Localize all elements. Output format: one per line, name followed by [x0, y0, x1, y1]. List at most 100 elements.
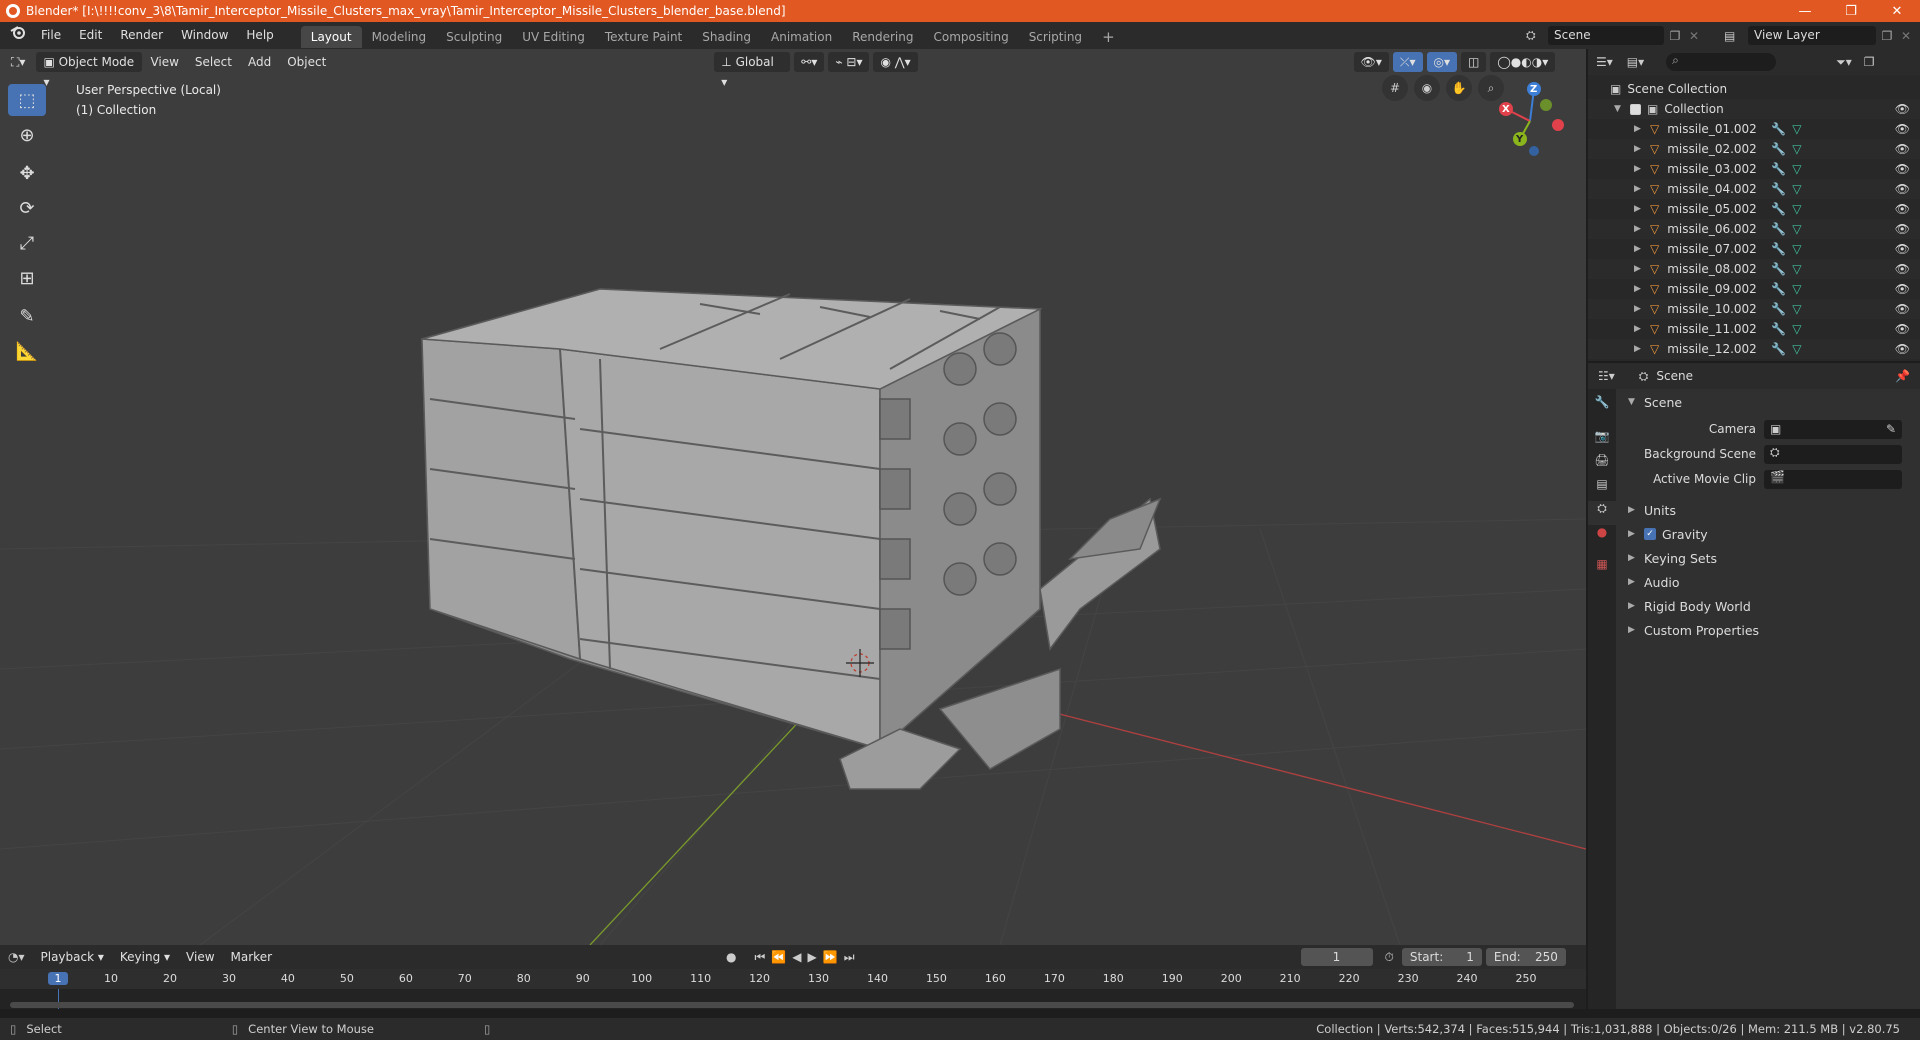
modifier-icon[interactable]: 🔧	[1771, 242, 1786, 256]
tab-view-layer-icon[interactable]: ▤	[1588, 477, 1616, 501]
collection-visibility-icon[interactable]: 👁	[1895, 102, 1910, 116]
eyedropper-icon[interactable]: ✎	[1886, 422, 1896, 436]
expand-object-icon[interactable]: ▶	[1634, 184, 1642, 194]
tab-shading[interactable]: Shading	[692, 26, 761, 48]
outliner-object-row[interactable]: ▶ ▽ missile_03.002 🔧 ▽ 👁	[1588, 159, 1920, 179]
transform-orientation-dropdown[interactable]: ⊥ Global ▾	[714, 52, 791, 89]
shading-modes-icon[interactable]: ◯●◐◑▾	[1490, 52, 1556, 72]
outliner-object-row[interactable]: ▶ ▽ missile_05.002 🔧 ▽ 👁	[1588, 199, 1920, 219]
end-frame-field[interactable]: End: 250	[1485, 948, 1566, 966]
mesh-data-icon[interactable]: ▽	[1792, 222, 1801, 236]
modifier-icon[interactable]: 🔧	[1771, 142, 1786, 156]
display-mode-icon[interactable]: ▤▾	[1621, 55, 1650, 69]
subpanel-expand-icon[interactable]: ▶	[1628, 505, 1636, 515]
subpanel-keying-sets[interactable]: ▶ Keying Sets	[1628, 547, 1717, 569]
toggle-grid-icon[interactable]: #	[1382, 75, 1408, 101]
expand-object-icon[interactable]: ▶	[1634, 344, 1642, 354]
mesh-data-icon[interactable]: ▽	[1792, 322, 1801, 336]
object-visibility-icon[interactable]: 👁	[1895, 182, 1910, 196]
new-collection-icon[interactable]: ❐	[1864, 55, 1875, 69]
modifier-icon[interactable]: 🔧	[1771, 222, 1786, 236]
annotate-tool-icon[interactable]: ✎	[8, 300, 46, 332]
object-mode-dropdown[interactable]: ▣ Object Mode ▾	[36, 52, 143, 89]
menu-help[interactable]: Help	[237, 22, 282, 49]
collection-checkbox[interactable]	[1630, 103, 1641, 115]
menu-add[interactable]: Add	[240, 55, 279, 69]
scale-tool-icon[interactable]: ⤢	[8, 227, 46, 259]
tab-layout[interactable]: Layout	[300, 26, 362, 48]
menu-keying[interactable]: Keying ▾	[112, 950, 178, 964]
modifier-icon[interactable]: 🔧	[1771, 262, 1786, 276]
3d-viewport[interactable]: User Perspective (Local) (1) Collection …	[0, 49, 1586, 945]
mesh-data-icon[interactable]: ▽	[1792, 182, 1801, 196]
modifier-icon[interactable]: 🔧	[1771, 202, 1786, 216]
tab-output-icon[interactable]: 🖨	[1588, 453, 1616, 477]
tab-modeling[interactable]: Modeling	[362, 26, 437, 48]
menu-window[interactable]: Window	[172, 22, 237, 49]
object-visibility-icon[interactable]: 👁	[1895, 302, 1910, 316]
close-button[interactable]: ✕	[1874, 0, 1920, 22]
modifier-icon[interactable]: 🔧	[1771, 322, 1786, 336]
tab-tool-icon[interactable]: 🔧	[1588, 395, 1616, 419]
modifier-icon[interactable]: 🔧	[1771, 162, 1786, 176]
menu-edit[interactable]: Edit	[70, 22, 111, 49]
move-tool-icon[interactable]: ✥	[8, 157, 46, 189]
select-box-tool-icon[interactable]: ⬚	[8, 84, 46, 116]
restore-button[interactable]: ❐	[1828, 0, 1874, 22]
tab-render-icon[interactable]: 📷	[1588, 429, 1616, 453]
filter-icon[interactable]: ⏷▾	[1836, 55, 1852, 70]
tab-texture-paint[interactable]: Texture Paint	[595, 26, 692, 48]
outliner-object-row[interactable]: ▶ ▽ missile_12.002 🔧 ▽ 👁	[1588, 339, 1920, 359]
current-frame-field[interactable]: 1	[1300, 948, 1373, 966]
object-visibility-icon[interactable]: 👁	[1895, 222, 1910, 236]
mesh-data-icon[interactable]: ▽	[1792, 162, 1801, 176]
scene-selector[interactable]: Scene	[1548, 26, 1664, 45]
menu-select[interactable]: Select	[187, 55, 240, 69]
pin-icon[interactable]: 📌	[1895, 369, 1910, 383]
expand-object-icon[interactable]: ▶	[1634, 124, 1642, 134]
mesh-data-icon[interactable]: ▽	[1792, 262, 1801, 276]
tab-compositing[interactable]: Compositing	[923, 26, 1018, 48]
subpanel-units[interactable]: ▶ Units	[1628, 499, 1676, 521]
tab-scene-icon[interactable]: ⛭	[1588, 501, 1616, 525]
expand-object-icon[interactable]: ▶	[1634, 264, 1642, 274]
object-visibility-icon[interactable]: 👁	[1895, 282, 1910, 296]
blender-menu-icon[interactable]	[0, 22, 32, 49]
subpanel-audio[interactable]: ▶ Audio	[1628, 571, 1680, 593]
camera-field[interactable]: ▣ ✎	[1764, 419, 1902, 439]
outliner-object-row[interactable]: ▶ ▽ missile_02.002 🔧 ▽ 👁	[1588, 139, 1920, 159]
object-visibility-icon[interactable]: 👁	[1895, 202, 1910, 216]
mesh-data-icon[interactable]: ▽	[1792, 282, 1801, 296]
mesh-data-icon[interactable]: ▽	[1792, 242, 1801, 256]
outliner-object-row[interactable]: ▶ ▽ missile_06.002 🔧 ▽ 👁	[1588, 219, 1920, 239]
object-visibility-icon[interactable]: 👁	[1895, 342, 1910, 356]
background-scene-field[interactable]: ⛭	[1764, 444, 1902, 464]
subpanel-expand-icon[interactable]: ▶	[1628, 529, 1636, 539]
gravity-checkbox[interactable]: ✓	[1644, 528, 1656, 540]
view-layer-selector[interactable]: View Layer	[1748, 26, 1876, 45]
scene-panel-header[interactable]: ▼ Scene	[1628, 391, 1682, 413]
outliner-object-row[interactable]: ▶ ▽ missile_08.002 🔧 ▽ 👁	[1588, 259, 1920, 279]
modifier-icon[interactable]: 🔧	[1771, 302, 1786, 316]
xray-icon[interactable]: ◫	[1461, 52, 1487, 72]
object-visibility-icon[interactable]: 👁	[1895, 242, 1910, 256]
delete-view-layer-icon[interactable]: ✕	[1898, 29, 1914, 43]
subpanel-expand-icon[interactable]: ▶	[1628, 625, 1636, 635]
outliner-object-row[interactable]: ▶ ▽ missile_10.002 🔧 ▽ 👁	[1588, 299, 1920, 319]
menu-view[interactable]: View	[142, 55, 186, 69]
minimize-button[interactable]: —	[1782, 0, 1828, 22]
expand-object-icon[interactable]: ▶	[1634, 144, 1642, 154]
modifier-icon[interactable]: 🔧	[1771, 182, 1786, 196]
outliner-search-input[interactable]: ⌕	[1666, 53, 1777, 71]
transform-tool-icon[interactable]: ⊞	[8, 262, 46, 294]
proportional-edit-icon[interactable]: ◉ ⋀▾	[873, 52, 918, 72]
add-workspace-button[interactable]: +	[1092, 26, 1125, 48]
tab-texture-icon[interactable]: ▦	[1588, 557, 1616, 581]
record-button[interactable]: ●	[726, 950, 736, 964]
mesh-data-icon[interactable]: ▽	[1792, 342, 1801, 356]
scene-collection-row[interactable]: ▣ Scene Collection	[1588, 79, 1920, 99]
tab-sculpting[interactable]: Sculpting	[436, 26, 512, 48]
outliner-object-row[interactable]: ▶ ▽ missile_07.002 🔧 ▽ 👁	[1588, 239, 1920, 259]
play-icon[interactable]: ▶	[808, 950, 817, 964]
modifier-icon[interactable]: 🔧	[1771, 122, 1786, 136]
